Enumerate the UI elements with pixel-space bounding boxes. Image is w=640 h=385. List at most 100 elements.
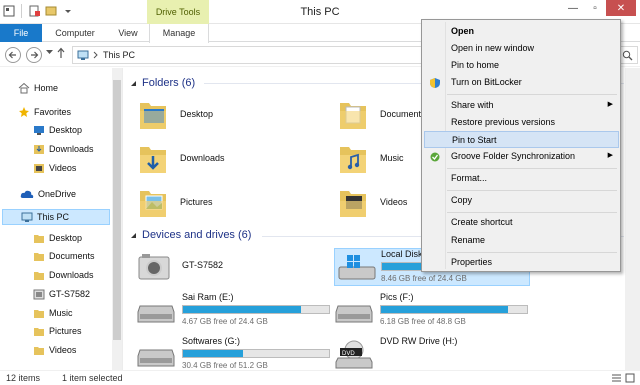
status-bar: 12 items 1 item selected	[0, 370, 640, 385]
device-dvd-rw-h[interactable]: DVD DVD RW Drive (H:)	[334, 336, 534, 370]
menu-item-pin-to-start[interactable]: Pin to Start	[424, 131, 619, 148]
nav-item-label: Pictures	[49, 326, 82, 336]
up-button[interactable]	[56, 47, 66, 62]
nav-item-label: This PC	[37, 212, 70, 222]
maximize-button[interactable]: ▫	[584, 0, 606, 16]
nav-item-onedrive[interactable]: OneDrive	[20, 186, 76, 202]
menu-item-create-shortcut[interactable]: Create shortcut	[424, 214, 619, 231]
arrow-right-icon	[31, 51, 39, 59]
star-icon	[19, 107, 29, 117]
menu-item-label: Pin to Start	[452, 135, 497, 145]
nav-item-pc-music[interactable]: Music	[33, 305, 73, 321]
device-softwares-g[interactable]: Softwares (G:) 30.4 GB free of 51.2 GB	[136, 336, 336, 370]
nav-item-this-pc[interactable]: This PC	[2, 209, 110, 225]
address-bar[interactable]: This PC	[72, 46, 427, 64]
dvd-drive-icon: DVD	[335, 340, 373, 369]
folder-icon	[34, 327, 44, 336]
nav-item-pc-downloads[interactable]: Downloads	[33, 267, 94, 283]
camera-icon	[138, 254, 170, 280]
nav-item-favorites-videos[interactable]: Videos	[33, 160, 76, 176]
nav-item-label: Videos	[49, 163, 77, 173]
minimize-button[interactable]: —	[562, 0, 584, 16]
menu-item-rename[interactable]: Rename	[424, 232, 619, 249]
forward-button[interactable]	[26, 47, 42, 63]
videos-icon	[34, 164, 44, 173]
menu-item-copy[interactable]: Copy	[424, 192, 619, 209]
arrow-up-icon	[57, 47, 65, 58]
nav-item-favorites-desktop[interactable]: Desktop	[33, 122, 82, 138]
recent-locations-button[interactable]	[46, 49, 53, 57]
menu-item-format[interactable]: Format...	[424, 170, 619, 187]
menu-item-bitlocker[interactable]: Turn on BitLocker	[424, 74, 619, 91]
device-name: GT-S7582	[182, 260, 224, 270]
computer-icon	[21, 212, 33, 222]
folders-group-header[interactable]: Folders (6)	[130, 77, 195, 89]
menu-item-open-new-window[interactable]: Open in new window	[424, 40, 619, 57]
folder-label: Music	[380, 153, 404, 163]
menu-item-label: Rename	[451, 235, 486, 245]
navigation-pane: Home Favorites Desktop Downloads Videos …	[0, 68, 123, 370]
view-switcher	[611, 373, 636, 383]
device-free-space: 30.4 GB free of 51.2 GB	[182, 361, 268, 370]
menu-item-properties[interactable]: Properties	[424, 254, 619, 271]
folder-label: Desktop	[180, 109, 214, 119]
menu-item-restore-versions[interactable]: Restore previous versions	[424, 114, 619, 131]
hard-drive-icon	[335, 305, 373, 323]
folder-label: Videos	[380, 197, 408, 207]
window-title: This PC	[300, 6, 340, 18]
folder-tile-downloads[interactable]: Downloads	[138, 136, 333, 180]
menu-item-label: Open	[451, 26, 475, 36]
menu-item-label: Format...	[451, 173, 488, 183]
svg-text:DVD: DVD	[342, 351, 355, 357]
device-name: Softwares (G:)	[182, 336, 241, 346]
device-pics-f[interactable]: Pics (F:) 6.18 GB free of 48.8 GB	[334, 292, 534, 330]
menu-item-share-with[interactable]: Share with ▶	[424, 97, 619, 114]
menu-item-pin-to-home[interactable]: Pin to home	[424, 57, 619, 74]
menu-item-open[interactable]: Open	[424, 23, 619, 40]
devices-group-header[interactable]: Devices and drives (6)	[130, 229, 251, 241]
menu-item-label: Share with	[451, 100, 494, 110]
nav-item-pc-documents[interactable]: Documents	[33, 248, 95, 264]
device-name: Local Disk	[381, 249, 423, 259]
folder-tile-desktop[interactable]: Desktop	[138, 92, 333, 136]
close-button[interactable]: ✕	[606, 0, 636, 16]
folders-group-title: Folders (6)	[142, 77, 196, 89]
folder-icon	[34, 346, 44, 355]
tab-file[interactable]: File	[0, 24, 42, 42]
device-gt-s7582[interactable]: GT-S7582	[136, 248, 336, 286]
nav-item-label: Videos	[49, 345, 77, 355]
menu-item-groove-sync[interactable]: Groove Folder Synchronization ▶	[424, 148, 619, 165]
device-capacity-bar	[380, 305, 528, 314]
onedrive-icon	[20, 190, 34, 198]
nav-item-pc-desktop[interactable]: Desktop	[33, 230, 82, 246]
tab-manage[interactable]: Manage	[149, 24, 209, 43]
nav-pane-scrollbar[interactable]	[112, 68, 122, 370]
nav-item-home[interactable]: Home	[18, 80, 58, 96]
search-button[interactable]	[618, 46, 638, 64]
details-view-icon[interactable]	[611, 373, 622, 383]
nav-item-favorites-downloads[interactable]: Downloads	[33, 141, 94, 157]
nav-item-favorites[interactable]: Favorites	[18, 104, 71, 120]
back-button[interactable]	[5, 47, 21, 63]
menu-separator	[447, 252, 617, 253]
nav-item-pc-videos[interactable]: Videos	[33, 342, 76, 358]
nav-pane-scroll-thumb[interactable]	[113, 80, 121, 340]
folder-icon	[34, 234, 44, 243]
devices-group-title: Devices and drives (6)	[142, 229, 252, 241]
content-scrollbar[interactable]	[625, 68, 640, 370]
tab-computer[interactable]: Computer	[42, 24, 108, 42]
large-icons-view-icon[interactable]	[625, 373, 636, 383]
documents-folder-icon	[340, 103, 366, 129]
nav-item-label: GT-S7582	[49, 289, 91, 299]
menu-separator	[447, 190, 617, 191]
nav-item-label: Desktop	[49, 233, 83, 243]
device-sai-ram-e[interactable]: Sai Ram (E:) 4.67 GB free of 24.4 GB	[136, 292, 336, 330]
nav-item-gt-s7582[interactable]: GT-S7582	[33, 286, 90, 302]
nav-item-pc-pictures[interactable]: Pictures	[33, 323, 82, 339]
folder-tile-pictures[interactable]: Pictures	[138, 180, 333, 224]
menu-item-label: Properties	[451, 257, 493, 267]
chevron-down-icon	[46, 50, 53, 54]
device-capacity-fill	[183, 306, 302, 313]
tab-view[interactable]: View	[108, 24, 148, 42]
submenu-arrow-icon: ▶	[607, 152, 613, 159]
